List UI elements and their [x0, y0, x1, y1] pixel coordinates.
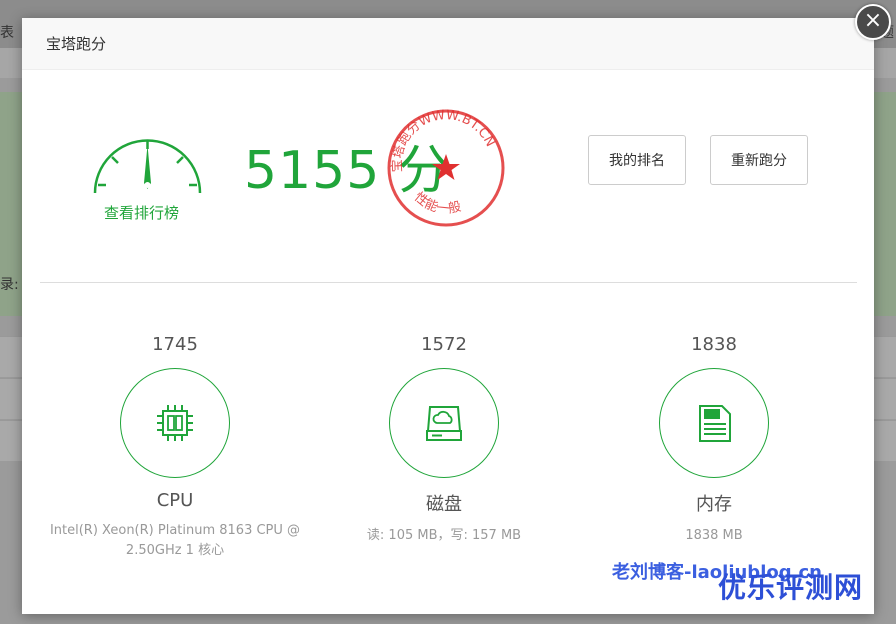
memory-label: 内存: [696, 494, 732, 515]
disk-icon-circle: [389, 368, 499, 478]
memory-icon-circle: [659, 368, 769, 478]
rerun-benchmark-button[interactable]: 重新跑分: [710, 135, 808, 185]
memory-metric: 1838 内存 1838 MB: [584, 334, 844, 546]
cpu-detail: Intel(R) Xeon(R) Platinum 8163 CPU @ 2.5…: [49, 523, 301, 558]
cpu-metric: 1745 CPU Intel(R) Xeon(R) Platinum 8163 …: [45, 334, 305, 561]
cpu-icon-circle: [120, 368, 230, 478]
memory-icon: [699, 405, 731, 442]
performance-stamp: 宝塔跑分WWW.BT.CN 性能一般: [387, 108, 505, 227]
dialog-header: 宝塔跑分: [22, 18, 874, 70]
speedometer-icon: [93, 139, 202, 194]
divider: [40, 282, 857, 283]
disk-label: 磁盘: [426, 494, 462, 515]
cpu-icon: [157, 405, 193, 441]
disk-detail: 读: 105 MB，写: 157 MB: [366, 528, 522, 543]
my-rank-button[interactable]: 我的排名: [588, 135, 686, 185]
close-icon[interactable]: ×: [855, 4, 891, 40]
cpu-score: 1745: [152, 334, 198, 355]
stamp-bottom-text: 性能一般: [411, 190, 463, 217]
dialog-title: 宝塔跑分: [46, 35, 107, 53]
svg-text:性能一般: 性能一般: [411, 190, 463, 217]
view-leaderboard-link[interactable]: 查看排行榜: [104, 202, 179, 223]
disk-metric: 1572 磁盘 读: 105 MB，写: 157 MB: [314, 334, 574, 546]
disk-score: 1572: [421, 334, 467, 355]
memory-detail: 1838 MB: [685, 528, 743, 543]
benchmark-dialog: 宝塔跑分 查看排行榜 5155 分 宝塔跑分WWW.BT.CN 性能一般 我的排…: [22, 18, 874, 614]
background-text: 表: [0, 25, 14, 41]
cpu-label: CPU: [156, 490, 194, 511]
memory-score: 1838: [691, 334, 737, 355]
disk-icon: [426, 406, 462, 441]
watermark-site: 优乐评测网: [718, 571, 864, 604]
